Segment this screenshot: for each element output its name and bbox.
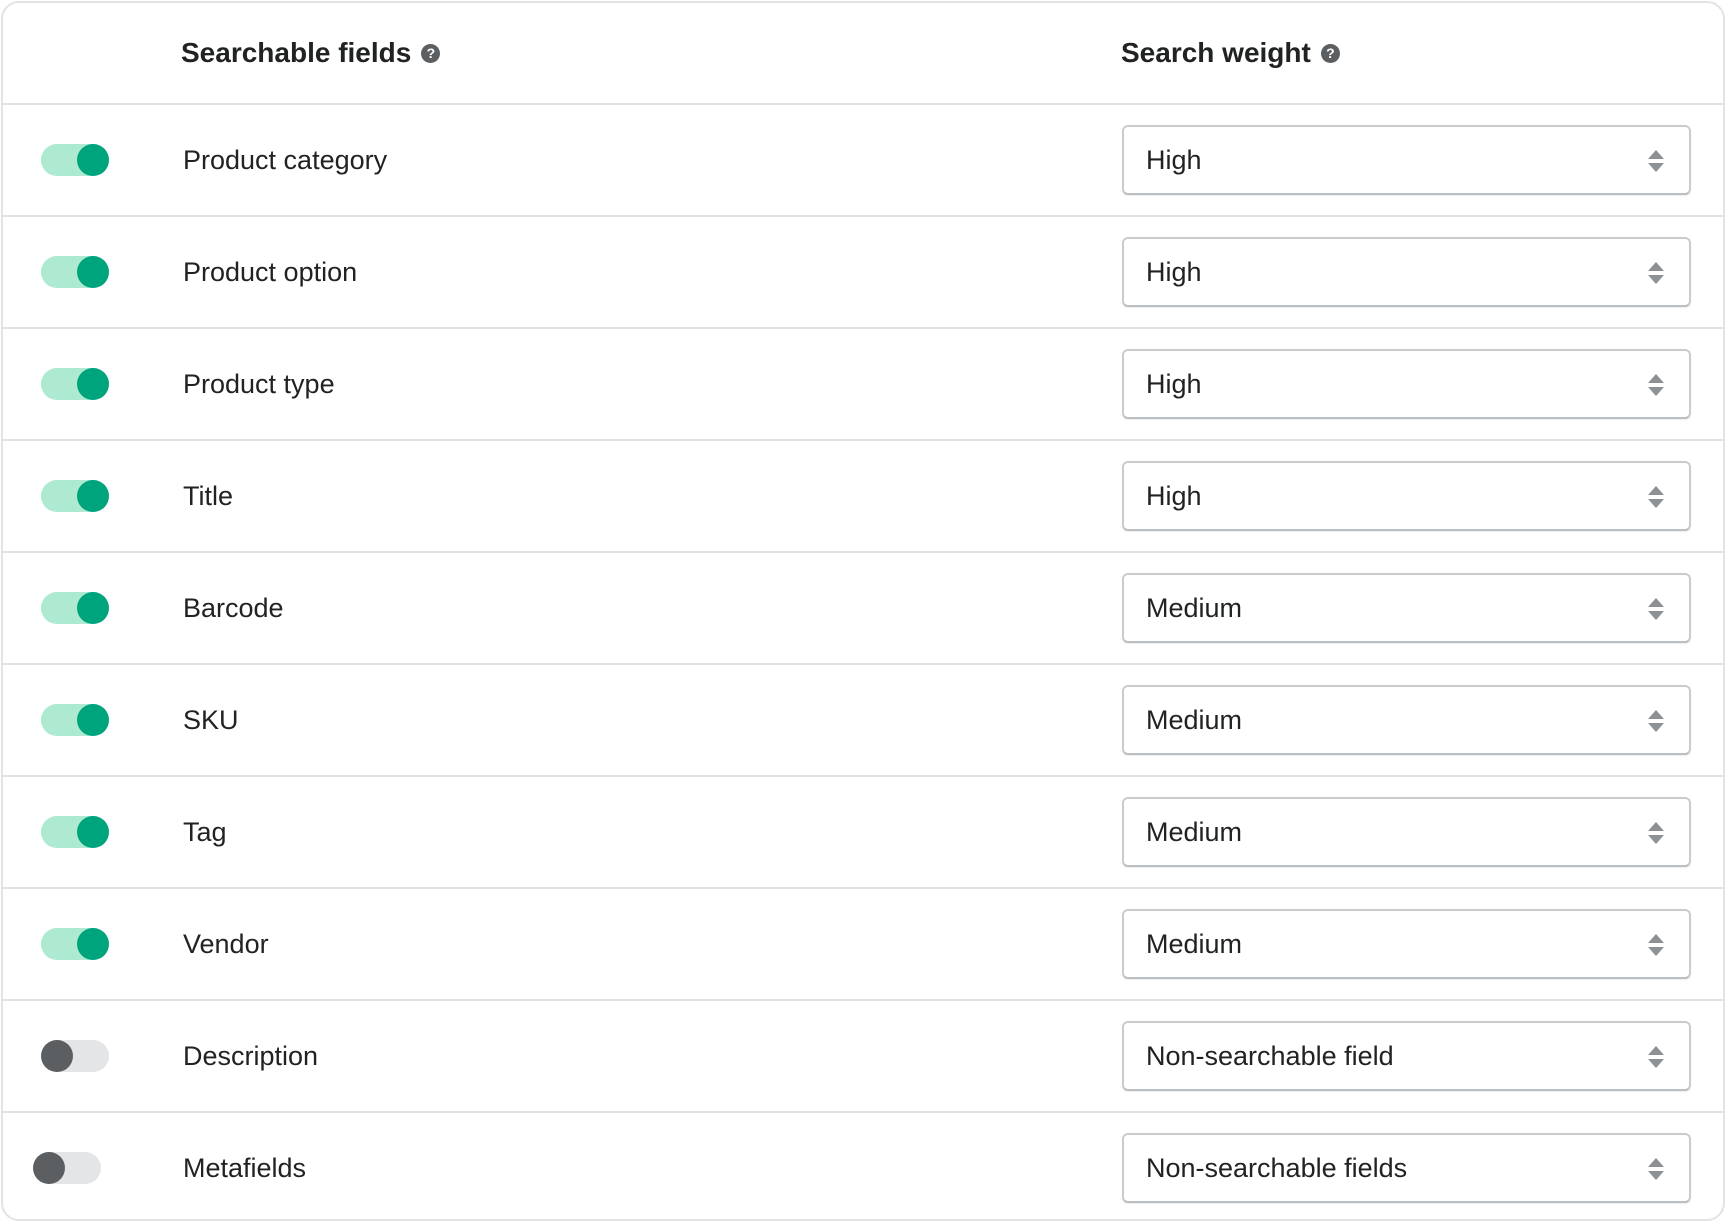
search-weight-select[interactable]: High xyxy=(1122,461,1691,531)
toggle-knob xyxy=(33,1152,65,1184)
field-toggle-product-type[interactable] xyxy=(41,368,109,400)
toggle-knob xyxy=(77,592,109,624)
searchable-fields-heading: Searchable fields xyxy=(181,37,412,68)
field-toggle-description[interactable] xyxy=(41,1040,109,1072)
select-chevron-icon xyxy=(1648,150,1664,172)
field-toggle-product-category[interactable] xyxy=(41,144,109,176)
select-chevron-icon xyxy=(1648,374,1664,396)
search-weight-value: Medium xyxy=(1146,816,1243,847)
field-label: Tag xyxy=(183,816,227,847)
search-weight-select[interactable]: High xyxy=(1122,237,1691,307)
field-toggle-metafields[interactable] xyxy=(33,1152,101,1184)
search-weight-value: High xyxy=(1146,480,1202,511)
search-weight-select[interactable]: Medium xyxy=(1122,685,1691,755)
search-weight-heading: Search weight xyxy=(1121,37,1311,68)
select-chevron-icon xyxy=(1648,262,1664,284)
table-row: Product category High xyxy=(3,105,1723,217)
field-label: Product category xyxy=(183,144,388,175)
table-row: Title High xyxy=(3,441,1723,553)
table-row: Product type High xyxy=(3,329,1723,441)
help-icon[interactable]: ? xyxy=(1320,43,1340,63)
field-label: SKU xyxy=(183,704,239,735)
select-chevron-icon xyxy=(1648,822,1664,844)
fields-table-body: Product category High Product option Hig… xyxy=(3,105,1723,1219)
table-row: SKU Medium xyxy=(3,665,1723,777)
table-row: Product option High xyxy=(3,217,1723,329)
field-toggle-vendor[interactable] xyxy=(41,928,109,960)
toggle-knob xyxy=(77,816,109,848)
select-chevron-icon xyxy=(1648,486,1664,508)
search-weight-select[interactable]: Medium xyxy=(1122,909,1691,979)
field-toggle-tag[interactable] xyxy=(41,816,109,848)
search-weight-value: High xyxy=(1146,368,1202,399)
select-chevron-icon xyxy=(1648,1158,1664,1180)
table-header: Searchable fields ? Search weight ? xyxy=(3,3,1723,105)
search-weight-select[interactable]: Non-searchable fields xyxy=(1122,1133,1691,1203)
column-header-search-weight: Search weight ? xyxy=(1121,3,1340,103)
table-row: Vendor Medium xyxy=(3,889,1723,1001)
search-weight-select[interactable]: Non-searchable field xyxy=(1122,1021,1691,1091)
searchable-fields-card: Searchable fields ? Search weight ? Prod… xyxy=(1,1,1725,1221)
search-weight-select[interactable]: High xyxy=(1122,349,1691,419)
field-toggle-title[interactable] xyxy=(41,480,109,512)
field-toggle-product-option[interactable] xyxy=(41,256,109,288)
toggle-knob xyxy=(77,368,109,400)
field-toggle-barcode[interactable] xyxy=(41,592,109,624)
select-chevron-icon xyxy=(1648,1046,1664,1068)
search-weight-select[interactable]: Medium xyxy=(1122,573,1691,643)
toggle-knob xyxy=(41,1040,73,1072)
column-header-searchable-fields: Searchable fields ? xyxy=(181,3,441,103)
table-row: Barcode Medium xyxy=(3,553,1723,665)
toggle-knob xyxy=(77,928,109,960)
search-weight-value: High xyxy=(1146,144,1202,175)
toggle-knob xyxy=(77,480,109,512)
search-weight-value: High xyxy=(1146,256,1202,287)
field-label: Product type xyxy=(183,368,335,399)
select-chevron-icon xyxy=(1648,598,1664,620)
table-row: Tag Medium xyxy=(3,777,1723,889)
search-weight-value: Medium xyxy=(1146,592,1243,623)
toggle-knob xyxy=(77,144,109,176)
select-chevron-icon xyxy=(1648,710,1664,732)
search-weight-value: Non-searchable fields xyxy=(1146,1152,1408,1183)
field-label: Barcode xyxy=(183,592,284,623)
search-weight-value: Medium xyxy=(1146,928,1243,959)
field-label: Title xyxy=(183,480,234,511)
select-chevron-icon xyxy=(1648,934,1664,956)
field-label: Product option xyxy=(183,256,358,287)
search-weight-select[interactable]: High xyxy=(1122,125,1691,195)
toggle-knob xyxy=(77,256,109,288)
search-weight-value: Non-searchable field xyxy=(1146,1040,1394,1071)
table-row: Metafields Non-searchable fields xyxy=(3,1113,1723,1219)
field-toggle-sku[interactable] xyxy=(41,704,109,736)
field-label: Description xyxy=(183,1040,319,1071)
table-row: Description Non-searchable field xyxy=(3,1001,1723,1113)
search-weight-select[interactable]: Medium xyxy=(1122,797,1691,867)
field-label: Vendor xyxy=(183,928,269,959)
help-icon[interactable]: ? xyxy=(421,43,441,63)
field-label: Metafields xyxy=(183,1152,307,1183)
toggle-knob xyxy=(77,704,109,736)
search-weight-value: Medium xyxy=(1146,704,1243,735)
